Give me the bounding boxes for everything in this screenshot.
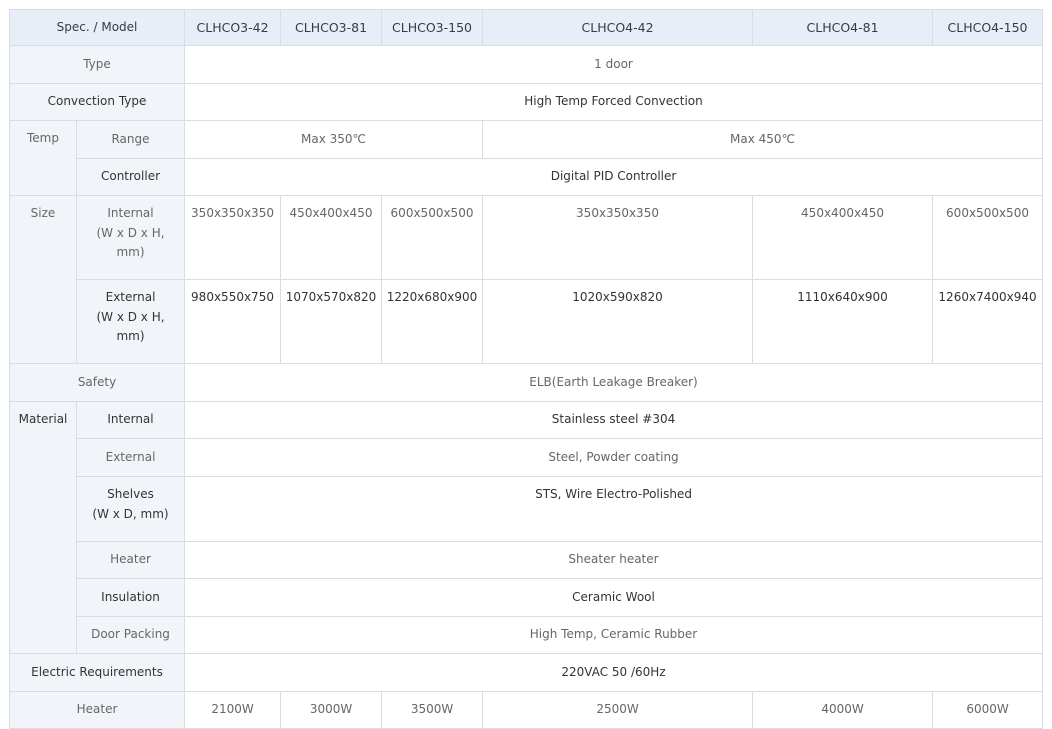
- material-door-packing-label: Door Packing: [75, 616, 186, 654]
- temp-range-label: Range: [75, 120, 186, 159]
- material-heater-row: Heater Sheater heater: [10, 541, 1044, 579]
- size-internal-value: 600x500x500: [381, 195, 484, 280]
- safety-row: Safety ELB(Earth Leakage Breaker): [8, 363, 1044, 402]
- temp-controller-label: Controller: [75, 158, 186, 196]
- size-external-label-line2: (W x D x H,: [96, 309, 165, 324]
- material-internal-row: Material Internal Stainless steel #304: [9, 401, 1044, 654]
- material-door-packing-value: High Temp, Ceramic Rubber: [184, 616, 1044, 654]
- model-header-clhco4-42: CLHCO4-42: [482, 9, 754, 46]
- material-external-value: Steel, Powder coating: [184, 438, 1044, 477]
- temp-range-row: Temp Range Max 350℃ Max 450℃: [9, 120, 1044, 196]
- heater-value: 2500W: [482, 691, 754, 729]
- electric-row: Electric Requirements 220VAC 50 /60Hz: [8, 653, 1044, 692]
- spec-model-header: Spec. / Model: [8, 9, 186, 46]
- size-internal-value: 350x350x350: [482, 195, 754, 280]
- size-external-value: 980x550x750: [184, 279, 282, 364]
- temp-controller-value: Digital PID Controller: [184, 158, 1044, 196]
- electric-value: 220VAC 50 /60Hz: [184, 653, 1044, 692]
- model-header-clhco4-150: CLHCO4-150: [932, 9, 1044, 46]
- material-shelves-value: STS, Wire Electro-Polished: [184, 476, 1044, 542]
- material-insulation-value: Ceramic Wool: [184, 578, 1044, 617]
- type-value: 1 door: [184, 45, 1044, 84]
- material-shelves-row: Shelves (W x D, mm) STS, Wire Electro-Pol…: [10, 476, 1044, 542]
- convection-label: Convection Type: [8, 83, 186, 121]
- size-internal-label: Internal (W x D x H, mm): [75, 195, 186, 280]
- size-external-value: 1260x7400x940: [932, 279, 1044, 364]
- material-internal-value: Stainless steel #304: [184, 401, 1044, 439]
- electric-label: Electric Requirements: [8, 653, 186, 692]
- heater-value: 4000W: [752, 691, 934, 729]
- size-external-value: 1220x680x900: [381, 279, 484, 364]
- material-heater-label: Heater: [75, 541, 186, 579]
- heater-value: 2100W: [184, 691, 282, 729]
- temp-range-clhco3: Max 350℃: [184, 120, 484, 159]
- size-group-label: Size: [9, 195, 77, 364]
- size-external-label-line1: External: [105, 290, 156, 304]
- material-shelves-label-line2: (W x D, mm): [92, 506, 169, 521]
- temp-range-clhco4: Max 450℃: [482, 120, 1044, 159]
- size-internal-value: 350x350x350: [184, 195, 282, 280]
- material-heater-value: Sheater heater: [184, 541, 1044, 579]
- heater-value: 3000W: [280, 691, 383, 729]
- model-header-clhco3-81: CLHCO3-81: [280, 9, 383, 46]
- temp-group-label: Temp: [9, 120, 77, 196]
- size-internal-label-line1: Internal: [107, 206, 154, 220]
- type-row: Type 1 door: [8, 45, 1044, 84]
- spec-table: Spec. / Model CLHCO3-42 CLHCO3-81 CLHCO3…: [8, 9, 1044, 729]
- size-external-value: 1020x590x820: [482, 279, 754, 364]
- material-group-label: Material: [9, 401, 77, 654]
- model-header-clhco3-42: CLHCO3-42: [184, 9, 282, 46]
- size-external-value: 1110x640x900: [752, 279, 934, 364]
- heater-row: Heater 2100W 3000W 3500W 2500W 4000W 600…: [8, 691, 1044, 729]
- size-internal-value: 450x400x450: [752, 195, 934, 280]
- material-external-label: External: [75, 438, 186, 477]
- type-label: Type: [8, 45, 186, 84]
- size-external-row: External (W x D x H, mm) 980x550x750 1070x…: [10, 279, 1044, 364]
- material-internal-label: Internal: [75, 401, 186, 439]
- material-shelves-label-line1: Shelves: [107, 487, 154, 501]
- material-door-packing-row: Door Packing High Temp, Ceramic Rubber: [10, 616, 1044, 654]
- temp-controller-row: Controller Digital PID Controller: [10, 158, 1044, 196]
- header-row: Spec. / Model CLHCO3-42 CLHCO3-81 CLHCO3…: [8, 9, 1044, 46]
- material-insulation-label: Insulation: [75, 578, 186, 617]
- size-internal-value: 450x400x450: [280, 195, 383, 280]
- spec-table-container: Spec. / Model CLHCO3-42 CLHCO3-81 CLHCO3…: [8, 9, 1044, 729]
- heater-value: 6000W: [932, 691, 1044, 729]
- heater-label: Heater: [8, 691, 186, 729]
- size-external-value: 1070x570x820: [280, 279, 383, 364]
- material-external-row: External Steel, Powder coating: [10, 438, 1044, 477]
- size-internal-label-line2: (W x D x H,: [96, 225, 165, 240]
- convection-row: Convection Type High Temp Forced Convect…: [8, 83, 1044, 121]
- size-internal-value: 600x500x500: [932, 195, 1044, 280]
- size-external-label: External (W x D x H, mm): [75, 279, 186, 364]
- safety-label: Safety: [8, 363, 186, 402]
- model-header-clhco3-150: CLHCO3-150: [381, 9, 484, 46]
- convection-value: High Temp Forced Convection: [184, 83, 1044, 121]
- safety-value: ELB(Earth Leakage Breaker): [184, 363, 1044, 402]
- model-header-clhco4-81: CLHCO4-81: [752, 9, 934, 46]
- material-insulation-row: Insulation Ceramic Wool: [10, 578, 1044, 617]
- size-internal-label-line3: mm): [116, 245, 145, 259]
- material-shelves-label: Shelves (W x D, mm): [75, 476, 186, 542]
- size-internal-row: Size Internal (W x D x H, mm) 350x350x350 …: [9, 195, 1044, 364]
- size-external-label-line3: mm): [116, 329, 145, 343]
- heater-value: 3500W: [381, 691, 484, 729]
